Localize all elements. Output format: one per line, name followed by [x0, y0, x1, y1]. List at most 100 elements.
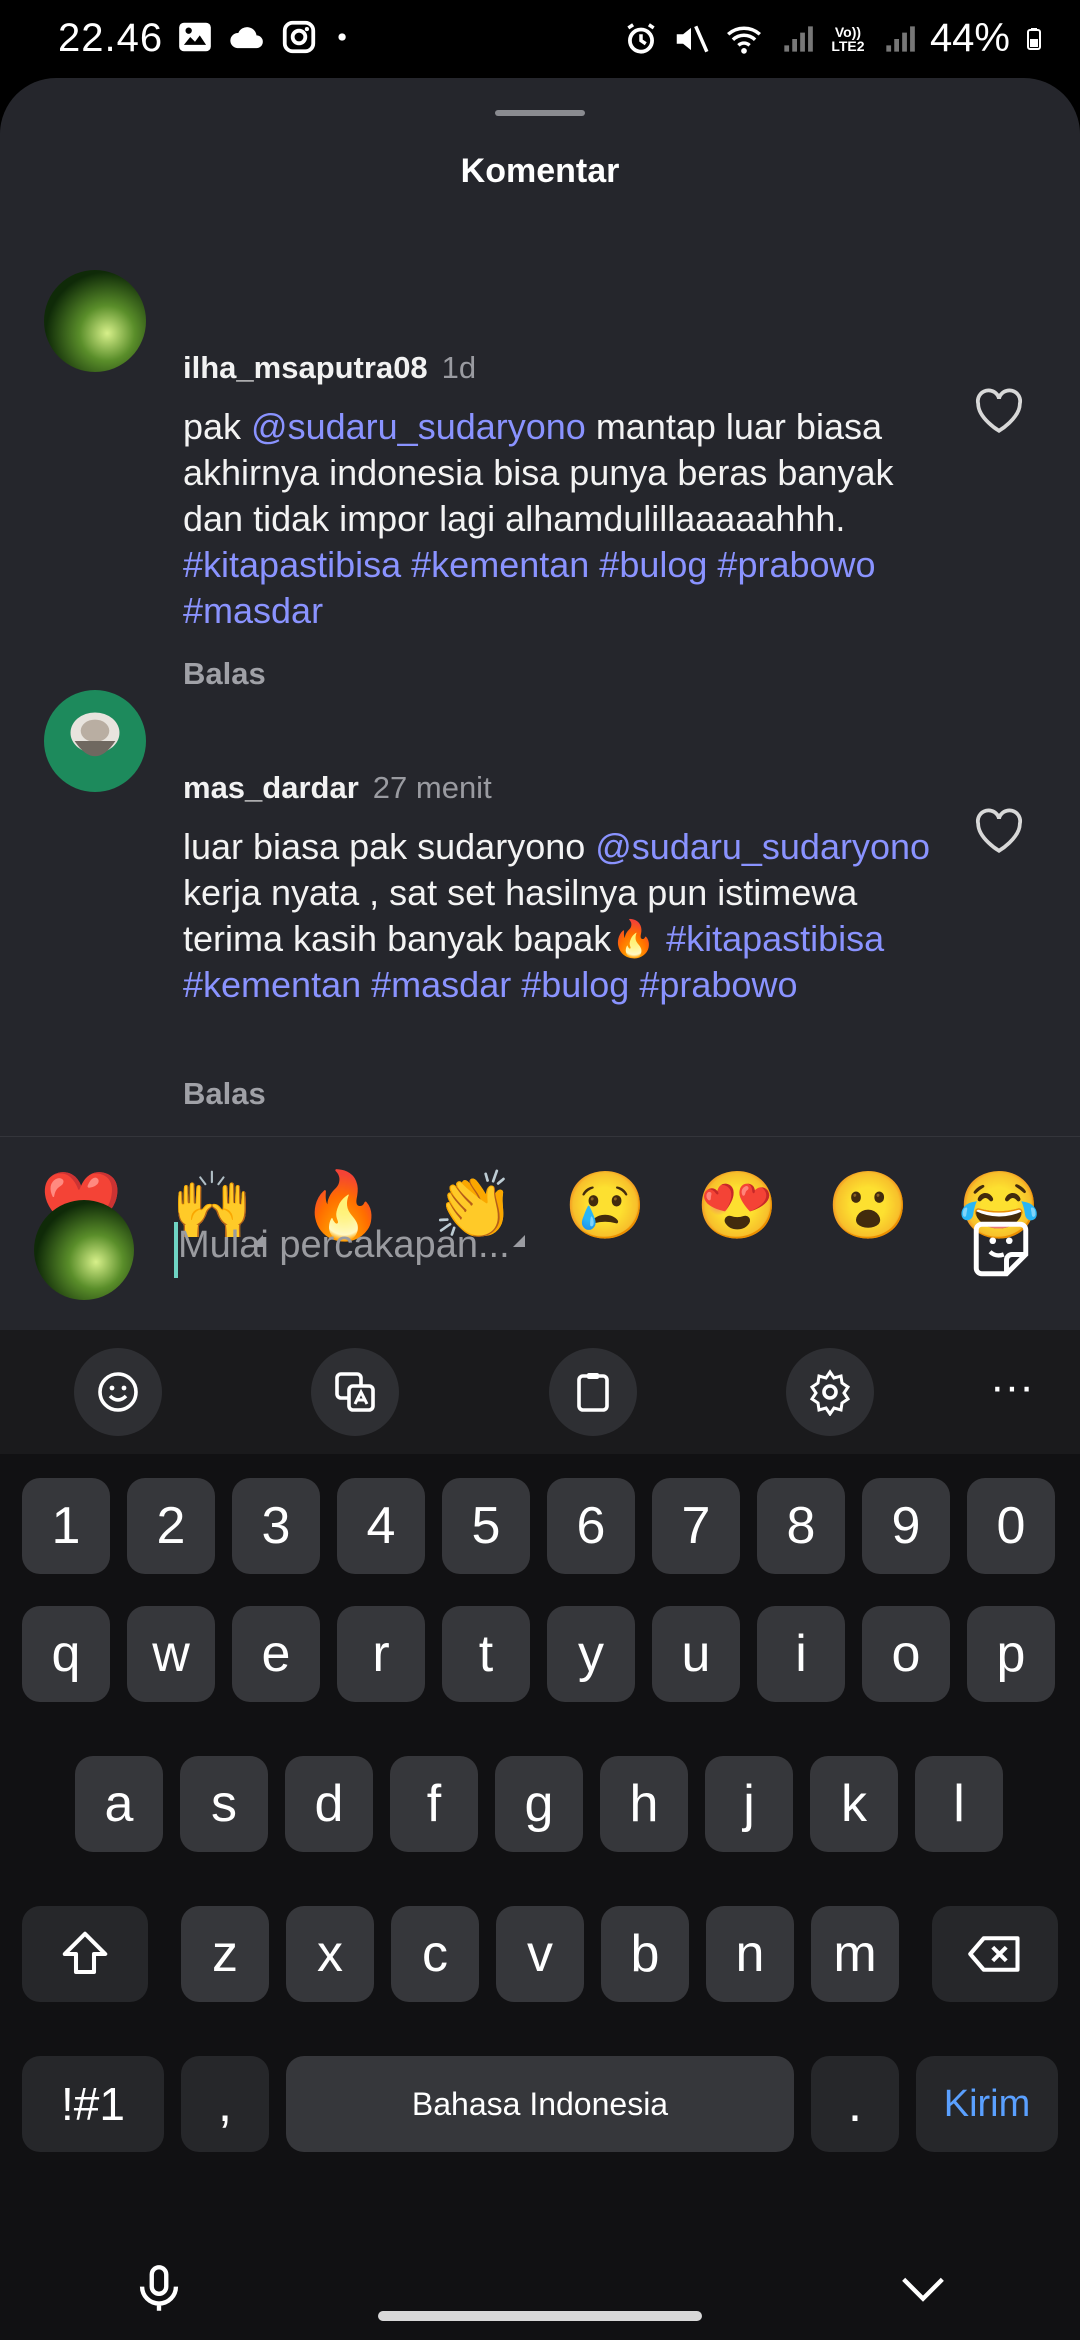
chevron-down-icon[interactable]: [894, 2260, 952, 2318]
instagram-icon: [282, 20, 316, 54]
comma-key[interactable]: ,: [181, 2056, 269, 2152]
key-6[interactable]: 6: [547, 1478, 635, 1574]
key-z[interactable]: z: [181, 1906, 269, 2002]
comment-time: 1d: [441, 350, 477, 385]
key-a[interactable]: a: [75, 1756, 163, 1852]
notification-icons: [176, 18, 354, 56]
avatar[interactable]: [44, 270, 146, 372]
hashtag-link[interactable]: #kementan: [183, 964, 361, 1005]
key-7[interactable]: 7: [652, 1478, 740, 1574]
key-9[interactable]: 9: [862, 1478, 950, 1574]
drag-handle[interactable]: [495, 110, 585, 116]
hashtag-link[interactable]: #masdar: [371, 964, 511, 1005]
mic-icon[interactable]: [130, 2260, 188, 2318]
signal-icon: [784, 25, 813, 52]
key-p[interactable]: p: [967, 1606, 1055, 1702]
status-time: 22.46: [58, 16, 164, 60]
wifi-icon: [726, 26, 761, 54]
reply-button[interactable]: Balas: [183, 656, 266, 692]
status-bar: 22.46 Vo)) LTE2 44%: [0, 0, 1080, 78]
key-l[interactable]: l: [915, 1756, 1003, 1852]
key-k[interactable]: k: [810, 1756, 898, 1852]
keyboard-settings-button[interactable]: [786, 1348, 874, 1436]
hashtag-link[interactable]: #kitapastibisa: [666, 918, 884, 959]
key-4[interactable]: 4: [337, 1478, 425, 1574]
mute-icon: [676, 25, 709, 52]
hashtag-link[interactable]: #kitapastibisa: [183, 544, 401, 585]
key-3[interactable]: 3: [232, 1478, 320, 1574]
key-m[interactable]: m: [811, 1906, 899, 2002]
key-u[interactable]: u: [652, 1606, 740, 1702]
own-avatar: [34, 1200, 134, 1300]
backspace-key[interactable]: [932, 1906, 1058, 2002]
hashtag-link[interactable]: #bulog: [521, 964, 629, 1005]
hashtag-link[interactable]: #bulog: [599, 544, 707, 585]
heart-outline-icon[interactable]: [974, 388, 1024, 434]
sticker-icon[interactable]: [968, 1216, 1034, 1282]
home-indicator[interactable]: [378, 2311, 702, 2321]
shift-arrow-icon: [62, 1931, 108, 1975]
comment-composer: Mulai percakapan...: [0, 1196, 1080, 1330]
translate-button[interactable]: [311, 1348, 399, 1436]
cloud-icon: [230, 27, 263, 49]
comment-username[interactable]: ilha_msaputra08: [183, 350, 428, 385]
key-b[interactable]: b: [601, 1906, 689, 2002]
key-v[interactable]: v: [496, 1906, 584, 2002]
key-d[interactable]: d: [285, 1756, 373, 1852]
hashtag-link[interactable]: #kementan: [411, 544, 589, 585]
clipboard-button[interactable]: [549, 1348, 637, 1436]
comments-sheet: Komentar ilha_msaputra08 1d pak @sudaru_s…: [0, 78, 1080, 1330]
key-0[interactable]: 0: [967, 1478, 1055, 1574]
mention-link[interactable]: @sudaru_sudaryono: [595, 826, 930, 867]
send-key[interactable]: Kirim: [916, 2056, 1058, 2152]
key-s[interactable]: s: [180, 1756, 268, 1852]
avatar[interactable]: [44, 690, 146, 792]
key-8[interactable]: 8: [757, 1478, 845, 1574]
key-2[interactable]: 2: [127, 1478, 215, 1574]
key-h[interactable]: h: [600, 1756, 688, 1852]
key-w[interactable]: w: [127, 1606, 215, 1702]
smiley-icon: [98, 1372, 138, 1412]
gallery-icon: [179, 22, 211, 52]
key-g[interactable]: g: [495, 1756, 583, 1852]
key-t[interactable]: t: [442, 1606, 530, 1702]
symbols-key[interactable]: !#1: [22, 2056, 164, 2152]
heart-outline-icon[interactable]: [974, 808, 1024, 854]
hashtag-link[interactable]: #prabowo: [717, 544, 875, 585]
comment-text: luar biasa pak sudaryono @sudaru_sudaryo…: [183, 824, 943, 1008]
comment-header: mas_dardar 27 menit: [183, 770, 492, 806]
keyboard: 1234567890 qwertyuiop asdfghjkl zxcvbnm …: [0, 1454, 1080, 2340]
key-f[interactable]: f: [390, 1756, 478, 1852]
emoji-keyboard-button[interactable]: [74, 1348, 162, 1436]
key-c[interactable]: c: [391, 1906, 479, 2002]
comment-username[interactable]: mas_dardar: [183, 770, 359, 805]
key-e[interactable]: e: [232, 1606, 320, 1702]
key-n[interactable]: n: [706, 1906, 794, 2002]
hashtag-link[interactable]: #masdar: [183, 590, 323, 631]
keyboard-toolbar: ···: [0, 1330, 1080, 1454]
sheet-title: Komentar: [460, 152, 620, 190]
more-options-icon[interactable]: ···: [990, 1365, 1034, 1409]
translate-icon: [335, 1372, 375, 1412]
key-r[interactable]: r: [337, 1606, 425, 1702]
backspace-icon: [968, 1936, 1020, 1972]
dot-icon: [338, 33, 346, 41]
key-q[interactable]: q: [22, 1606, 110, 1702]
comment-input[interactable]: Mulai percakapan...: [178, 1224, 510, 1267]
key-5[interactable]: 5: [442, 1478, 530, 1574]
key-x[interactable]: x: [286, 1906, 374, 2002]
clipboard-icon: [577, 1373, 609, 1412]
key-o[interactable]: o: [862, 1606, 950, 1702]
key-1[interactable]: 1: [22, 1478, 110, 1574]
shift-key[interactable]: [22, 1906, 148, 2002]
period-key[interactable]: .: [811, 2056, 899, 2152]
reply-button[interactable]: Balas: [183, 1076, 266, 1112]
space-key[interactable]: Bahasa Indonesia: [286, 2056, 794, 2152]
signal-2-icon: [886, 25, 915, 52]
key-j[interactable]: j: [705, 1756, 793, 1852]
key-i[interactable]: i: [757, 1606, 845, 1702]
battery-icon: [1027, 27, 1041, 50]
key-y[interactable]: y: [547, 1606, 635, 1702]
mention-link[interactable]: @sudaru_sudaryono: [251, 406, 586, 447]
hashtag-link[interactable]: #prabowo: [639, 964, 797, 1005]
